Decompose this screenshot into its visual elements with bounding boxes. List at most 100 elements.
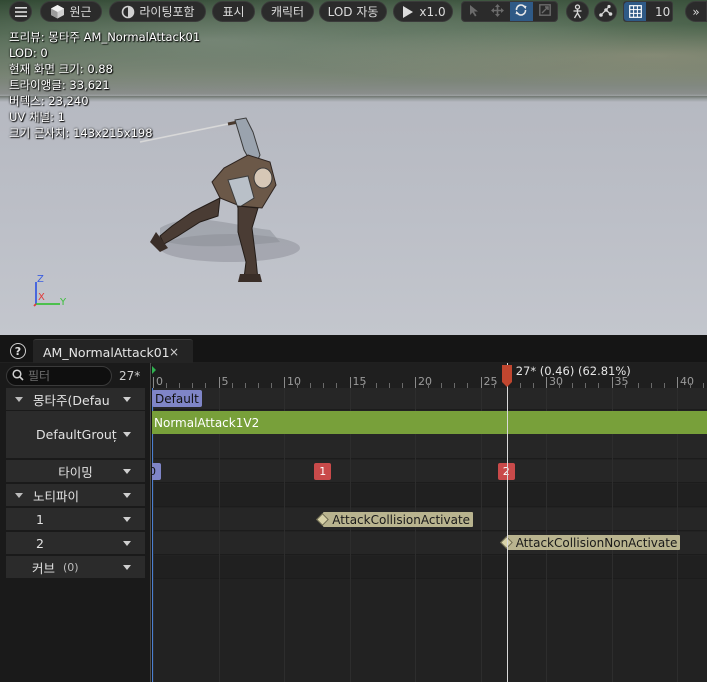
show-button[interactable]: 표시 [212,1,255,22]
play-icon [400,4,415,19]
notify-attack-collision-nonactivate[interactable]: AttackCollisionNonActivate [499,535,681,550]
playhead-handle[interactable] [501,365,512,387]
ruler-tick [153,377,154,388]
curve-lane [152,556,707,579]
transform-tools [461,1,558,22]
notify-row[interactable]: 노티파이 [6,484,145,507]
viewport-menu-button[interactable] [9,1,32,22]
montage-slot-row[interactable]: 몽타주(Defau [6,388,145,411]
chevron-down-icon[interactable] [123,540,131,546]
rotate-icon [514,3,528,20]
close-icon[interactable]: × [169,345,179,359]
hamburger-icon [13,4,28,19]
help-icon[interactable]: ? [10,343,26,359]
montage-timeline[interactable]: 0 5 10 15 20 25 30 35 40 Default NormalAttack1V2… [152,363,707,682]
chevron-down-icon[interactable] [123,516,131,522]
scale-icon [539,4,552,19]
notify-track-1-row[interactable]: 1 [6,508,145,531]
stat-preview: 프리뷰: 몽타주 AM_NormalAttack01 [9,30,201,44]
ruler-tick [546,377,547,388]
notify-1-label: AttackCollisionActivate [332,512,471,527]
curve-count: (0) [63,560,79,574]
default-group-label: DefaultGrouț [36,427,117,442]
ruler-tick-label: 40 [680,375,694,388]
lod-label: LOD 자동 [327,5,379,19]
tab-bar: ? AM_NormalAttack01 × [0,335,707,364]
filter-search[interactable] [6,366,112,386]
more-options-button[interactable]: » [685,1,707,22]
ruler-tick-label: 20 [418,375,432,388]
skeleton-display-button[interactable] [566,1,589,22]
ruler-tick-label: 25 [483,375,498,388]
chevron-down-icon[interactable] [123,468,131,474]
rotate-tool[interactable] [509,2,534,21]
bone-display-button[interactable] [594,1,617,22]
play-rate-label: x1.0 [419,4,446,19]
lighting-mode-button[interactable]: 라이팅포함 [109,1,206,22]
axis-z-label: Z [37,274,44,285]
select-tool[interactable] [462,2,486,21]
notify-header-lane [152,484,707,507]
collapse-arrow-icon[interactable] [15,396,23,402]
chevron-down-icon[interactable] [123,492,131,498]
playhead-label: 27* (0.46) (62.81%) [515,364,631,378]
bones-icon [598,4,613,19]
track-tree: 27* 몽타주(Defau DefaultGrouț 타이밍 노티파이 1 2 [0,363,151,682]
play-rate-button[interactable]: x1.0 [393,1,453,22]
collapse-arrow-icon[interactable] [15,492,23,498]
notify-label: 노티파이 [33,488,80,504]
move-icon [491,3,505,20]
axis-x-label: X [38,292,45,303]
ruler-tick [677,377,678,388]
ruler-tick [415,377,416,388]
grid-snap-toggle[interactable]: 10 [623,1,673,22]
section-marker-1[interactable]: 1 [314,463,332,480]
perspective-button[interactable]: 원근 [40,1,102,22]
stat-approx-size: 크기 근사치: 143x215x198 [9,126,153,140]
notify-track-2-label: 2 [36,535,44,551]
preview-viewport[interactable]: 원근 라이팅포함 표시 캐릭터 LOD 자동 x1.0 10 » 프리뷰: 몽타… [0,0,707,335]
slot-lane [152,388,707,410]
ruler-tick-label: 15 [352,375,367,388]
character-label: 캐릭터 [270,5,305,19]
ruler-tick [480,377,482,388]
ruler-tick [349,377,351,388]
cube-icon [50,4,65,19]
start-marker-icon [152,366,156,374]
curve-row[interactable]: 커브 (0) [6,556,145,579]
notify-track-2-row[interactable]: 2 [6,532,145,555]
notify-attack-collision-activate[interactable]: AttackCollisionActivate [316,512,474,527]
stat-vertices: 버텍스: 23,240 [9,94,89,108]
perspective-label: 원근 [69,5,92,19]
default-group-row[interactable]: DefaultGrouț [6,411,145,459]
section-marker-0[interactable]: 0 [152,463,161,480]
lod-button[interactable]: LOD 자동 [319,1,387,22]
stat-uv-channels: UV 채널: 1 [9,110,65,124]
lighting-sphere-icon [120,4,135,19]
chevron-down-icon[interactable] [123,396,131,402]
ruler-tick [611,377,613,388]
cursor-icon [469,4,479,20]
timing-row[interactable]: 타이밍 [6,460,145,483]
chevron-down-icon[interactable] [123,432,131,437]
montage-segment[interactable]: NormalAttack1V2 [152,411,707,434]
slot-chip[interactable]: Default [152,390,202,407]
stat-triangles: 트라이앵글: 33,621 [9,78,110,92]
ruler-tick-label: 0 [156,375,163,388]
scale-tool[interactable] [533,2,557,21]
ruler-tick-label: 10 [287,375,301,388]
translate-tool[interactable] [486,2,510,21]
grid-snap-value: 10 [655,4,671,19]
tab-montage[interactable]: AM_NormalAttack01 × [33,339,193,364]
filter-input[interactable] [28,369,108,383]
chevron-down-icon[interactable] [123,564,131,570]
viewport-stats: 프리뷰: 몽타주 AM_NormalAttack01 LOD: 0 현재 화면 … [9,29,200,141]
viewport-toolbar: 원근 라이팅포함 표시 캐릭터 LOD 자동 x1.0 10 » [0,0,707,24]
curve-label: 커브 [32,560,56,576]
skeleton-icon [570,4,585,19]
character-button[interactable]: 캐릭터 [261,1,314,22]
notify-2-label: AttackCollisionNonActivate [515,535,678,550]
axis-gizmo: Z X Y [30,274,70,310]
grid-icon [624,2,646,21]
timing-lane [152,460,707,483]
